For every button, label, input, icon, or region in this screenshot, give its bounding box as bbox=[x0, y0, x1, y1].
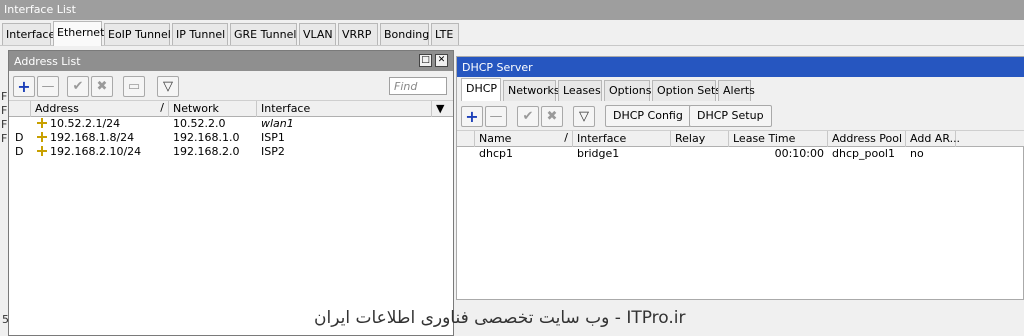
column-menu-icon[interactable]: ▼ bbox=[432, 101, 453, 117]
address-list-header: Address / Network Interface ▼ bbox=[9, 101, 453, 117]
flag-char: F bbox=[1, 132, 8, 145]
column-add-arp[interactable]: Add AR... bbox=[906, 131, 960, 147]
row-relay bbox=[671, 147, 679, 161]
row-flag: D bbox=[15, 145, 24, 158]
row-add-arp: no bbox=[910, 147, 924, 160]
tab-eoip-tunnel[interactable]: EoIP Tunnel bbox=[104, 23, 171, 45]
flag-char: F bbox=[1, 104, 8, 117]
row-network: 192.168.1.0 bbox=[173, 131, 240, 144]
column-address-pool[interactable]: Address Pool bbox=[828, 131, 906, 147]
column-name-label: Name bbox=[479, 132, 512, 145]
column-lease-time[interactable]: Lease Time bbox=[729, 131, 828, 147]
row-address: 192.168.1.8/24 bbox=[33, 131, 138, 145]
tab-option-sets[interactable]: Option Sets bbox=[652, 80, 721, 101]
address-list-toolbar: + — ✔ ✖ ▭ ▽ Find bbox=[9, 71, 453, 101]
address-list-title-text: Address List bbox=[14, 55, 81, 68]
row-network: 10.52.2.0 bbox=[173, 117, 226, 130]
disable-x-icon[interactable]: ✖ bbox=[541, 106, 563, 127]
enable-check-icon[interactable]: ✔ bbox=[517, 106, 539, 127]
table-row[interactable]: dhcp1 bridge1 00:10:00 dhcp_pool1 no bbox=[457, 147, 1024, 161]
enable-check-icon[interactable]: ✔ bbox=[67, 76, 89, 97]
row-address: 192.168.2.10/24 bbox=[33, 145, 145, 159]
tab-bonding[interactable]: Bonding bbox=[380, 23, 429, 45]
maximize-icon[interactable]: □ bbox=[419, 54, 432, 67]
tab-ip-tunnel[interactable]: IP Tunnel bbox=[172, 23, 228, 45]
remove-button[interactable]: — bbox=[37, 76, 59, 97]
tab-gre-tunnel[interactable]: GRE Tunnel bbox=[230, 23, 297, 45]
address-icon bbox=[37, 132, 47, 142]
add-button[interactable]: + bbox=[13, 76, 35, 97]
row-flag: D bbox=[15, 131, 24, 144]
address-list-window: Address List □ ✕ + — ✔ ✖ ▭ ▽ Find Addres… bbox=[8, 50, 454, 336]
filter-icon[interactable]: ▽ bbox=[157, 76, 179, 97]
interface-list-title: Interface List bbox=[0, 0, 1024, 20]
column-address[interactable]: Address / bbox=[31, 101, 169, 117]
table-row[interactable]: D 192.168.1.8/24 192.168.1.0 ISP1 bbox=[9, 131, 453, 145]
address-value: 192.168.2.10/24 bbox=[50, 145, 142, 158]
column-interface[interactable]: Interface bbox=[573, 131, 671, 147]
column-network[interactable]: Network bbox=[169, 101, 257, 117]
address-value: 192.168.1.8/24 bbox=[50, 131, 135, 144]
column-address-label: Address bbox=[35, 102, 79, 115]
row-flag bbox=[11, 117, 19, 131]
address-value: 10.52.2.1/24 bbox=[50, 117, 121, 130]
row-interface: ISP2 bbox=[261, 145, 285, 158]
address-list-title: Address List □ ✕ bbox=[9, 51, 453, 71]
find-input[interactable]: Find bbox=[389, 77, 447, 95]
dhcp-server-window: DHCP Server DHCP Networks Leases Options… bbox=[456, 56, 1024, 300]
row-network: 192.168.2.0 bbox=[173, 145, 240, 158]
row-interface: wlan1 bbox=[261, 117, 294, 130]
tab-interface[interactable]: Interface bbox=[2, 23, 55, 45]
flag-column-header bbox=[457, 131, 475, 147]
tab-vlan[interactable]: VLAN bbox=[299, 23, 336, 45]
close-icon[interactable]: ✕ bbox=[435, 54, 448, 67]
tab-options[interactable]: Options bbox=[604, 80, 651, 101]
sort-icon: / bbox=[160, 101, 164, 114]
tab-lte[interactable]: LTE bbox=[431, 23, 459, 45]
comment-icon[interactable]: ▭ bbox=[123, 76, 145, 97]
row-interface: bridge1 bbox=[577, 147, 620, 160]
dhcp-table-header: Name / Interface Relay Lease Time Addres… bbox=[457, 131, 1024, 147]
interface-list-tabs: Interface Ethernet EoIP Tunnel IP Tunnel… bbox=[0, 20, 1024, 46]
dhcp-server-title: DHCP Server bbox=[457, 57, 1024, 77]
watermark-text: وب سایت تخصصی فناوری اطلاعات ایران - ITP… bbox=[314, 308, 686, 328]
dhcp-config-button[interactable]: DHCP Config bbox=[605, 105, 691, 127]
tab-networks[interactable]: Networks bbox=[503, 80, 560, 101]
address-icon bbox=[37, 118, 47, 128]
tab-dhcp[interactable]: DHCP bbox=[461, 78, 501, 101]
tab-alerts[interactable]: Alerts bbox=[718, 80, 755, 101]
sort-icon: / bbox=[564, 131, 568, 144]
address-icon bbox=[37, 146, 47, 156]
tab-vrrp[interactable]: VRRP bbox=[338, 23, 378, 45]
column-interface[interactable]: Interface bbox=[257, 101, 432, 117]
row-lease-time: 00:10:00 bbox=[774, 147, 824, 160]
dhcp-tabs: DHCP Networks Leases Options Option Sets… bbox=[457, 77, 1024, 101]
flag-char: F bbox=[1, 90, 8, 103]
dhcp-setup-button[interactable]: DHCP Setup bbox=[689, 105, 772, 127]
row-address: 10.52.2.1/24 bbox=[33, 117, 124, 131]
dhcp-toolbar: + — ✔ ✖ ▽ DHCP Config DHCP Setup bbox=[457, 101, 1024, 131]
column-relay[interactable]: Relay bbox=[671, 131, 729, 147]
flag-column-header bbox=[9, 101, 31, 117]
table-row[interactable]: 10.52.2.1/24 10.52.2.0 wlan1 bbox=[9, 117, 453, 131]
filter-icon[interactable]: ▽ bbox=[573, 106, 595, 127]
row-interface: ISP1 bbox=[261, 131, 285, 144]
row-name: dhcp1 bbox=[479, 147, 513, 160]
table-row[interactable]: D 192.168.2.10/24 192.168.2.0 ISP2 bbox=[9, 145, 453, 159]
add-button[interactable]: + bbox=[461, 106, 483, 127]
flag-char: F bbox=[1, 118, 8, 131]
remove-button[interactable]: — bbox=[485, 106, 507, 127]
tab-leases[interactable]: Leases bbox=[558, 80, 602, 101]
row-address-pool: dhcp_pool1 bbox=[832, 147, 895, 160]
disable-x-icon[interactable]: ✖ bbox=[91, 76, 113, 97]
tab-ethernet[interactable]: Ethernet bbox=[53, 21, 104, 46]
column-name[interactable]: Name / bbox=[475, 131, 573, 147]
